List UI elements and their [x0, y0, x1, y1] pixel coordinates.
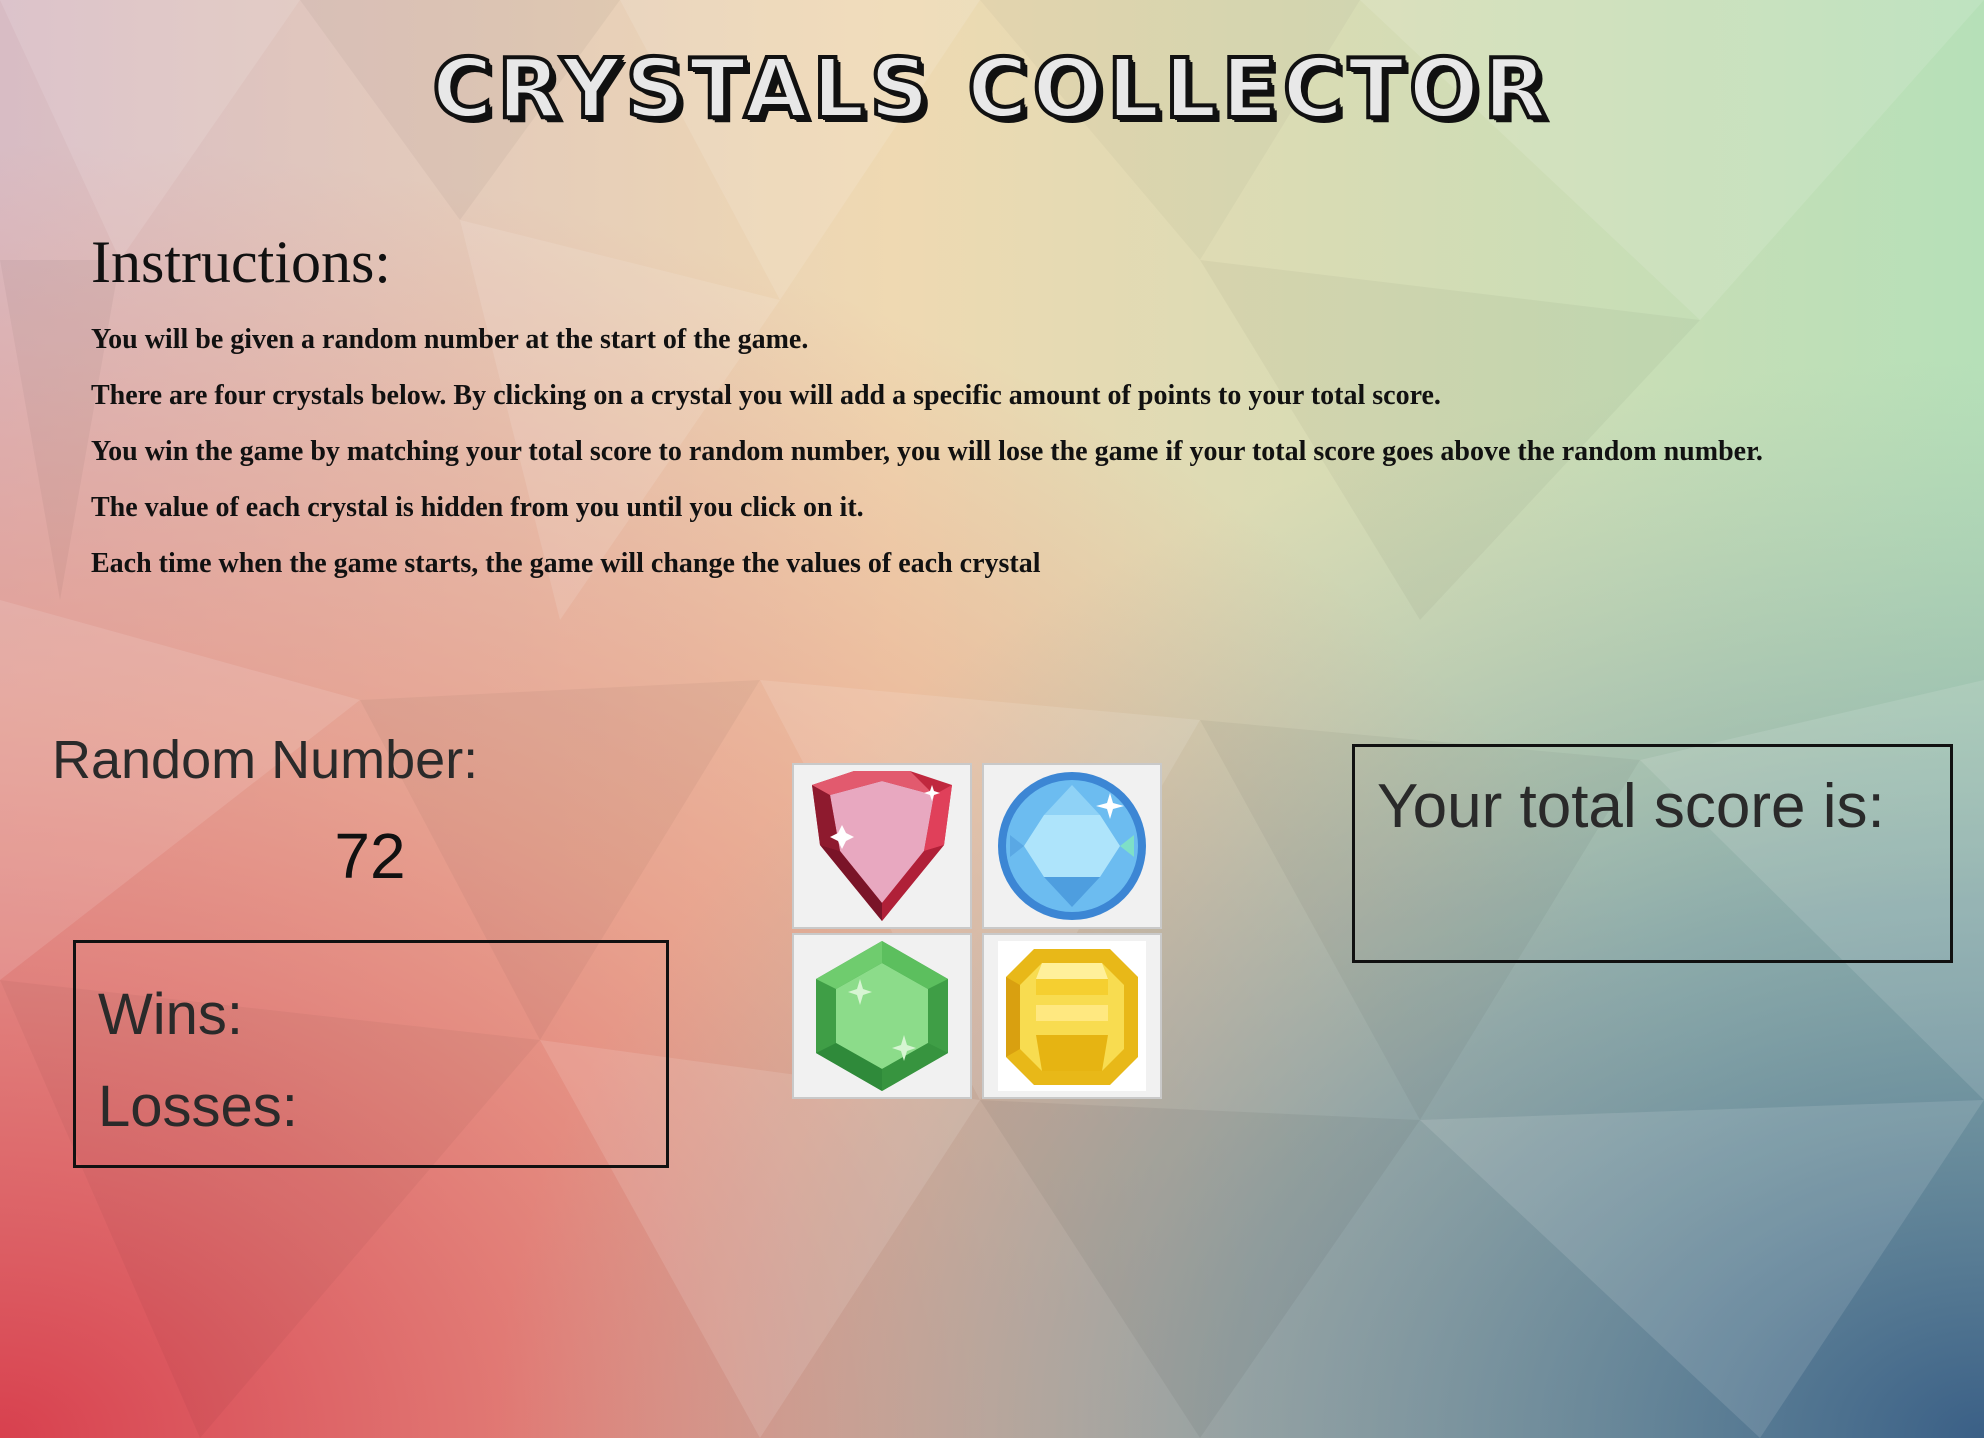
game-title: Crystals Collector	[430, 40, 1552, 139]
instructions-section: Instructions: You will be given a random…	[91, 222, 1951, 592]
instruction-line: You will be given a random number at the…	[91, 324, 809, 355]
blue-crystal-icon	[998, 772, 1146, 920]
instruction-line: You win the game by matching your total …	[91, 436, 1763, 467]
instruction-line: The value of each crystal is hidden from…	[91, 492, 864, 523]
wins-losses-box: Wins: Losses:	[73, 940, 669, 1168]
wins-label: Wins:	[98, 982, 243, 1047]
random-number-label: Random Number:	[52, 730, 479, 790]
random-number-value: 72	[334, 820, 406, 892]
yellow-crystal-icon	[998, 941, 1146, 1091]
green-crystal-icon	[816, 941, 948, 1091]
total-score-box: Your total score is:	[1352, 744, 1953, 963]
losses-label: Losses:	[98, 1074, 298, 1139]
total-score-label: Your total score is:	[1377, 772, 1885, 841]
yellow-crystal-button[interactable]	[982, 933, 1162, 1099]
blue-crystal-button[interactable]	[982, 763, 1162, 929]
red-crystal-button[interactable]	[792, 763, 972, 929]
instruction-line: Each time when the game starts, the game…	[91, 548, 1041, 579]
red-crystal-icon	[812, 771, 952, 921]
crystals-grid	[792, 763, 1164, 1099]
instruction-line: There are four crystals below. By clicki…	[91, 380, 1441, 411]
green-crystal-button[interactable]	[792, 933, 972, 1099]
instructions-heading: Instructions:	[91, 229, 391, 295]
